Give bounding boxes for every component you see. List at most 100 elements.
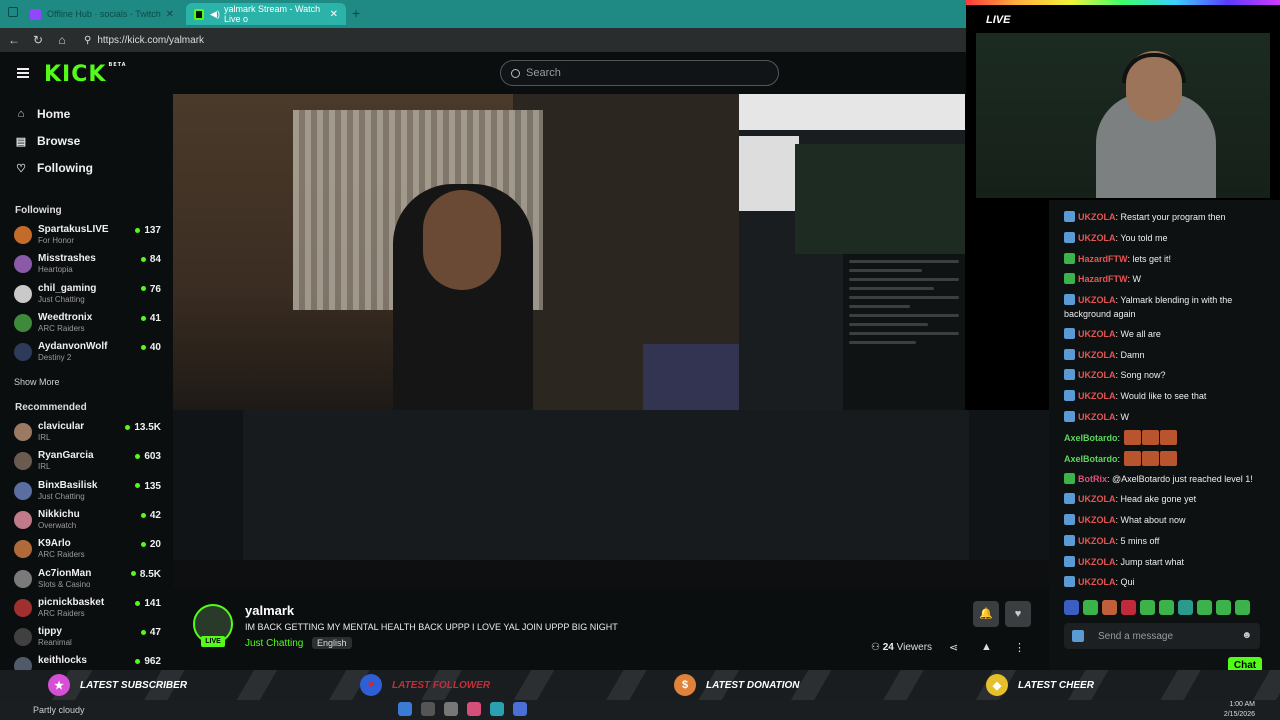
nav-label: Browse [37, 134, 81, 148]
url-field[interactable]: ⚲ https://kick.com/yalmark [84, 35, 204, 46]
chat-username[interactable]: UKZOLA [1078, 412, 1116, 422]
sidebar-channel-item[interactable]: tippy Reanimal 47 [14, 625, 164, 651]
chat-separator: : [1117, 454, 1123, 464]
chat-username[interactable]: UKZOLA [1078, 295, 1116, 305]
logo-text: KICK [44, 62, 107, 87]
search-icon[interactable] [421, 702, 435, 716]
chat-username[interactable]: HazardFTW [1078, 254, 1128, 264]
clock-date: 2/15/2026 [1223, 711, 1255, 718]
emote-quickbar[interactable] [1064, 600, 1274, 616]
address-bar-row: ← ↻ ⌂ ⚲ https://kick.com/yalmark [0, 28, 966, 52]
emote-icon [1123, 451, 1141, 466]
task-view-icon[interactable] [444, 702, 458, 716]
show-more-link[interactable]: Show More [14, 377, 60, 387]
sidebar-channel-item[interactable]: Ac7ionMan Slots & Casino 8.5K [14, 567, 164, 593]
viewers-label: Viewers [896, 642, 933, 653]
site-info-icon[interactable]: ⚲ [84, 35, 91, 46]
reload-icon[interactable]: ↻ [26, 33, 50, 47]
channel-name: Misstrashes [38, 253, 96, 265]
share-icon[interactable]: ⋖ [949, 641, 958, 654]
channel-name[interactable]: yalmark [245, 603, 294, 618]
sidebar-channel-item[interactable]: RyanGarcia IRL 603 [14, 449, 164, 475]
channel-avatar [14, 598, 32, 617]
chat-username[interactable]: UKZOLA [1078, 329, 1116, 339]
channel-name: BinxBasilisk [38, 479, 98, 491]
channel-viewer-count: 603 [135, 451, 161, 462]
sidebar-channel-item[interactable]: picnickbasket ARC Raiders 141 [14, 596, 164, 622]
category-link[interactable]: Just Chatting [245, 638, 303, 649]
channel-category: Slots & Casino [38, 579, 91, 589]
channel-name: chil_gaming [38, 282, 97, 294]
chat-username[interactable]: UKZOLA [1078, 350, 1116, 360]
sidebar-channel-item[interactable]: clavicular IRL 13.5K [14, 420, 164, 446]
sidebar-channel-item[interactable]: Nikkichu Overwatch 42 [14, 508, 164, 534]
sidebar-channel-item[interactable]: K9Arlo ARC Raiders 20 [14, 537, 164, 563]
chat-message: UKZOLA: 5 mins off [1064, 534, 1274, 548]
user-badge-icon [1064, 294, 1075, 305]
viewers-icon: ⚇ [871, 642, 883, 653]
tab-close-icon[interactable]: ✕ [166, 9, 174, 20]
sidebar-channel-item[interactable]: AydanvonWolf Destiny 2 40 [14, 340, 164, 366]
chat-username[interactable]: AxelBotardo [1064, 454, 1118, 464]
alert-latest-subscriber: ★ LATEST SUBSCRIBER [48, 674, 187, 696]
chat-username[interactable]: UKZOLA [1078, 536, 1116, 546]
tab-title: yalmark Stream - Watch Live o [223, 4, 321, 24]
speaker-icon[interactable]: ◀) [210, 9, 220, 20]
chat-username[interactable]: BotRix [1078, 474, 1107, 484]
os-taskbar: Partly cloudy 1:00 AM 2/15/2026 [0, 700, 1280, 720]
more-options-icon[interactable]: ⋮ [1014, 641, 1025, 654]
video-player[interactable] [173, 94, 1049, 588]
browser-tab-twitch[interactable]: Offline Hub · socials - Twitch ✕ [22, 3, 182, 25]
kick-header: KICK BETA Search [0, 52, 966, 94]
url-text: https://kick.com/yalmark [97, 34, 205, 46]
kick-logo[interactable]: KICK BETA [44, 62, 127, 87]
store-app-icon[interactable] [513, 702, 527, 716]
system-clock[interactable]: 1:00 AM 2/15/2026 [1224, 700, 1255, 720]
language-tag[interactable]: English [312, 637, 352, 649]
chat-username[interactable]: UKZOLA [1078, 515, 1116, 525]
chat-username[interactable]: HazardFTW [1078, 274, 1128, 284]
chat-username[interactable]: AxelBotardo [1064, 433, 1118, 443]
follow-heart-button[interactable]: ♥ [1005, 601, 1031, 627]
menu-hamburger-icon[interactable] [17, 68, 29, 78]
webcam-view [976, 33, 1270, 198]
sidebar-nav-following[interactable]: ♡ Following [15, 158, 93, 178]
sidebar-nav-home[interactable]: ⌂ Home [15, 104, 71, 124]
chat-username[interactable]: UKZOLA [1078, 494, 1116, 504]
weather-widget[interactable]: Partly cloudy [33, 705, 85, 715]
alert-label: LATEST SUBSCRIBER [80, 679, 188, 691]
home-icon[interactable]: ⌂ [50, 33, 74, 47]
sidebar-channel-item[interactable]: Weedtronix ARC Raiders 41 [14, 311, 164, 337]
chat-username[interactable]: UKZOLA [1078, 233, 1116, 243]
sidebar-channel-item[interactable]: Misstrashes Heartopia 84 [14, 252, 164, 278]
back-arrow-icon[interactable]: ← [2, 33, 26, 47]
sidebar-nav-browse[interactable]: ▤ Browse [15, 131, 81, 151]
chat-username[interactable]: UKZOLA [1078, 557, 1116, 567]
sidebar-channel-item[interactable]: chil_gaming Just Chatting 76 [14, 282, 164, 308]
notification-bell-button[interactable]: 🔔 [973, 601, 999, 627]
emoji-icon[interactable]: ☻ [1241, 630, 1252, 641]
report-icon[interactable]: ▲ [981, 641, 992, 653]
tab-close-icon[interactable]: ✕ [330, 9, 338, 20]
window-menu-icon[interactable] [8, 7, 18, 17]
sidebar-channel-item[interactable]: BinxBasilisk Just Chatting 135 [14, 479, 164, 505]
sidebar-channel-item[interactable]: SpartakusLIVE For Honor 137 [14, 223, 164, 249]
channel-name: RyanGarcia [38, 450, 94, 462]
browser-tab-kick[interactable]: ◀) yalmark Stream - Watch Live o ✕ [186, 3, 346, 25]
chat-username[interactable]: UKZOLA [1078, 212, 1116, 222]
chat-username[interactable]: UKZOLA [1078, 370, 1116, 380]
chat-username[interactable]: UKZOLA [1078, 391, 1116, 401]
user-badge-icon [1064, 273, 1075, 284]
new-tab-button[interactable]: + [352, 5, 360, 21]
chat-username[interactable]: UKZOLA [1078, 577, 1116, 587]
channel-category: IRL [38, 433, 51, 442]
start-icon[interactable] [398, 702, 412, 716]
chat-message: UKZOLA: Song now? [1064, 368, 1274, 382]
chat-message-input[interactable]: Send a message ☻ [1064, 623, 1260, 649]
browser-app-icon[interactable] [490, 702, 504, 716]
chat-message: HazardFTW: W [1064, 272, 1274, 286]
search-input[interactable]: Search [500, 60, 779, 86]
music-app-icon[interactable] [467, 702, 481, 716]
channel-category: Just Chatting [38, 294, 85, 304]
badge-icon [1072, 630, 1084, 642]
